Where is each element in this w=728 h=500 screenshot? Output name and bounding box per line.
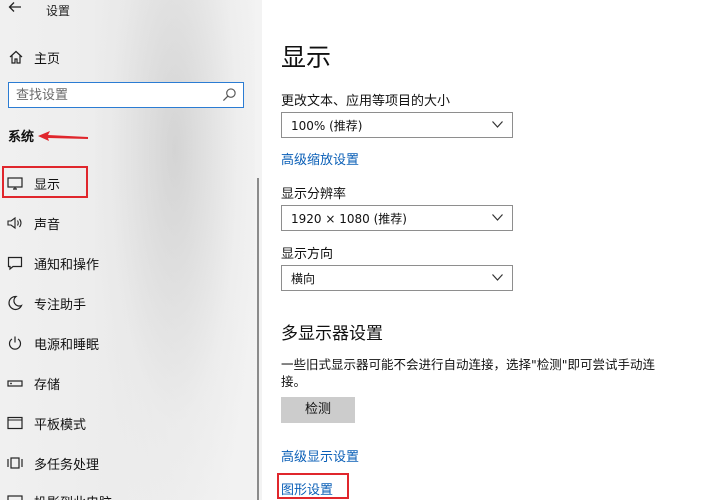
sidebar-scrollbar[interactable]	[257, 178, 259, 500]
home-icon	[9, 50, 23, 64]
sidebar-item-storage[interactable]: 存储	[0, 368, 250, 398]
search-box[interactable]	[8, 82, 244, 108]
sidebar-item-tablet[interactable]: 平板模式	[0, 408, 250, 438]
orientation-label: 显示方向	[281, 247, 334, 262]
multitask-icon	[7, 457, 23, 469]
sidebar-item-multitasking[interactable]: 多任务处理	[0, 448, 250, 478]
sidebar-item-power[interactable]: 电源和睡眠	[0, 328, 250, 358]
chevron-down-icon	[492, 121, 503, 128]
advanced-display-link[interactable]: 高级显示设置	[281, 446, 359, 465]
scale-label: 更改文本、应用等项目的大小	[281, 94, 451, 109]
sidebar-item-label: 专注助手	[34, 297, 87, 313]
sidebar-item-label: 通知和操作	[34, 257, 100, 273]
sidebar-item-label: 多任务处理	[34, 457, 100, 473]
annotation-highlight-box	[2, 166, 88, 198]
orientation-value: 横向	[291, 272, 316, 286]
nav-home-label: 主页	[34, 51, 61, 67]
sidebar-item-project[interactable]: 投影到此电脑	[0, 486, 250, 500]
advanced-scaling-link[interactable]: 高级缩放设置	[281, 149, 359, 168]
power-icon	[8, 336, 22, 350]
moon-icon	[8, 295, 23, 311]
scale-dropdown[interactable]: 100% (推荐)	[281, 112, 513, 138]
nav-home[interactable]: 主页	[8, 45, 60, 69]
sidebar: 设置 主页 系统 显示 声音 通知和操作	[0, 0, 262, 500]
sidebar-item-notifications[interactable]: 通知和操作	[0, 248, 250, 278]
project-icon	[7, 495, 23, 500]
sidebar-item-label: 声音	[34, 217, 61, 233]
sidebar-item-label: 电源和睡眠	[34, 337, 100, 353]
scale-value: 100% (推荐)	[291, 119, 363, 133]
orientation-dropdown[interactable]: 横向	[281, 265, 513, 291]
notification-icon	[7, 256, 23, 271]
chevron-down-icon	[492, 274, 503, 281]
resolution-value: 1920 × 1080 (推荐)	[291, 212, 407, 226]
sidebar-item-label: 投影到此电脑	[34, 492, 112, 500]
storage-icon	[7, 380, 23, 387]
resolution-dropdown[interactable]: 1920 × 1080 (推荐)	[281, 205, 513, 231]
multi-display-description: 一些旧式显示器可能不会进行自动连接，选择"检测"即可尝试手动连接。	[281, 357, 656, 389]
chevron-down-icon	[492, 214, 503, 221]
speaker-icon	[7, 216, 22, 230]
sidebar-item-sound[interactable]: 声音	[0, 208, 250, 238]
search-input[interactable]	[9, 83, 228, 107]
resolution-label: 显示分辨率	[281, 187, 347, 202]
annotation-highlight-box	[277, 473, 349, 499]
multi-display-title: 多显示器设置	[281, 324, 383, 344]
sidebar-item-focus-assist[interactable]: 专注助手	[0, 288, 250, 318]
sidebar-item-label: 平板模式	[34, 417, 87, 433]
tablet-icon	[7, 416, 23, 430]
back-arrow-icon[interactable]	[8, 0, 26, 18]
annotation-arrow	[38, 131, 88, 141]
main-panel: 显示 更改文本、应用等项目的大小 100% (推荐) 高级缩放设置 显示分辨率 …	[262, 0, 728, 500]
search-icon[interactable]	[222, 87, 237, 102]
detect-button[interactable]: 检测	[281, 397, 355, 423]
page-title: 显示	[281, 43, 332, 72]
section-label-system: 系统	[8, 130, 35, 145]
window-title: 设置	[46, 4, 71, 18]
sidebar-item-label: 存储	[34, 377, 61, 393]
